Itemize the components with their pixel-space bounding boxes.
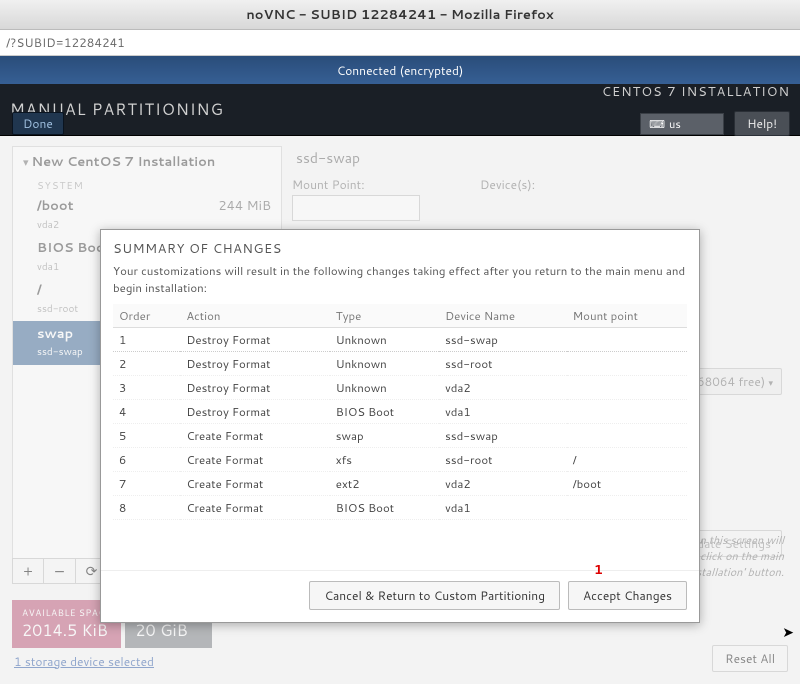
cell-mount: /boot — [567, 472, 687, 496]
cell-order: 1 — [113, 328, 180, 352]
changes-table: Order Action Type Device Name Mount poin… — [113, 304, 687, 520]
table-row[interactable]: 7Create Formatext2vda2/boot — [113, 472, 687, 496]
cell-action: Destroy Format — [180, 376, 329, 400]
cell-mount — [567, 424, 687, 448]
table-row[interactable]: 8Create FormatBIOS Bootvda1 — [113, 496, 687, 520]
cell-order: 6 — [113, 448, 180, 472]
cell-mount — [567, 496, 687, 520]
cell-action: Create Format — [180, 424, 329, 448]
cell-device: ssd-root — [439, 448, 566, 472]
browser-url-text: /?SUBID=12284241 — [6, 34, 125, 51]
table-row[interactable]: 2Destroy FormatUnknownssd-root — [113, 352, 687, 376]
cell-device: ssd-swap — [439, 328, 566, 352]
main-area: New CentOS 7 Installation SYSTEM /boot 2… — [0, 136, 800, 684]
done-button[interactable]: Done — [12, 112, 64, 135]
cell-type: BIOS Boot — [330, 400, 439, 424]
cell-action: Destroy Format — [180, 400, 329, 424]
cell-type: BIOS Boot — [330, 496, 439, 520]
cell-device: ssd-swap — [439, 424, 566, 448]
cell-device: vda1 — [439, 496, 566, 520]
cell-mount — [567, 400, 687, 424]
cell-order: 5 — [113, 424, 180, 448]
table-row[interactable]: 5Create Formatswapssd-swap — [113, 424, 687, 448]
novnc-status-banner: Connected (encrypted) — [0, 56, 800, 84]
cell-mount — [567, 328, 687, 352]
dialog-subtitle: Your customizations will result in the f… — [101, 262, 699, 304]
accept-changes-button[interactable]: Accept Changes — [568, 581, 687, 610]
cell-action: Destroy Format — [180, 328, 329, 352]
cell-order: 3 — [113, 376, 180, 400]
cell-device: vda2 — [439, 376, 566, 400]
browser-url-bar[interactable]: /?SUBID=12284241 — [0, 30, 800, 56]
cell-mount — [567, 376, 687, 400]
cell-mount — [567, 352, 687, 376]
installation-label: CENTOS 7 INSTALLATION — [602, 83, 790, 101]
help-button[interactable]: Help! — [734, 111, 790, 136]
col-type[interactable]: Type — [330, 304, 439, 328]
summary-of-changes-dialog: SUMMARY OF CHANGES Your customizations w… — [100, 229, 700, 623]
col-action[interactable]: Action — [180, 304, 329, 328]
browser-titlebar: noVNC - SUBID 12284241 - Mozilla Firefox — [0, 0, 800, 30]
cell-type: Unknown — [330, 328, 439, 352]
cell-order: 8 — [113, 496, 180, 520]
anaconda-header: MANUAL PARTITIONING Done CENTOS 7 INSTAL… — [0, 84, 800, 136]
cell-type: Unknown — [330, 352, 439, 376]
browser-title-text: noVNC - SUBID 12284241 - Mozilla Firefox — [246, 6, 553, 24]
table-row[interactable]: 4Destroy FormatBIOS Bootvda1 — [113, 400, 687, 424]
table-row[interactable]: 6Create Formatxfsssd-root/ — [113, 448, 687, 472]
dialog-title: SUMMARY OF CHANGES — [101, 230, 699, 262]
cell-device: ssd-root — [439, 352, 566, 376]
cell-device: vda1 — [439, 400, 566, 424]
col-device[interactable]: Device Name — [439, 304, 566, 328]
cell-type: swap — [330, 424, 439, 448]
table-row[interactable]: 3Destroy FormatUnknownvda2 — [113, 376, 687, 400]
table-row[interactable]: 1Destroy FormatUnknownssd-swap — [113, 328, 687, 352]
cell-mount: / — [567, 448, 687, 472]
cancel-return-button[interactable]: Cancel & Return to Custom Partitioning — [309, 581, 560, 610]
cell-action: Create Format — [180, 472, 329, 496]
keyboard-indicator[interactable]: us — [640, 113, 724, 135]
cell-action: Create Format — [180, 496, 329, 520]
cell-action: Create Format — [180, 448, 329, 472]
col-mount[interactable]: Mount point — [567, 304, 687, 328]
cell-action: Destroy Format — [180, 352, 329, 376]
cell-order: 4 — [113, 400, 180, 424]
cell-device: vda2 — [439, 472, 566, 496]
cell-type: ext2 — [330, 472, 439, 496]
novnc-status-text: Connected (encrypted) — [337, 62, 464, 79]
cell-type: Unknown — [330, 376, 439, 400]
col-order[interactable]: Order — [113, 304, 180, 328]
keyboard-layout-text: us — [669, 116, 681, 132]
cell-order: 2 — [113, 352, 180, 376]
cell-order: 7 — [113, 472, 180, 496]
cell-type: xfs — [330, 448, 439, 472]
